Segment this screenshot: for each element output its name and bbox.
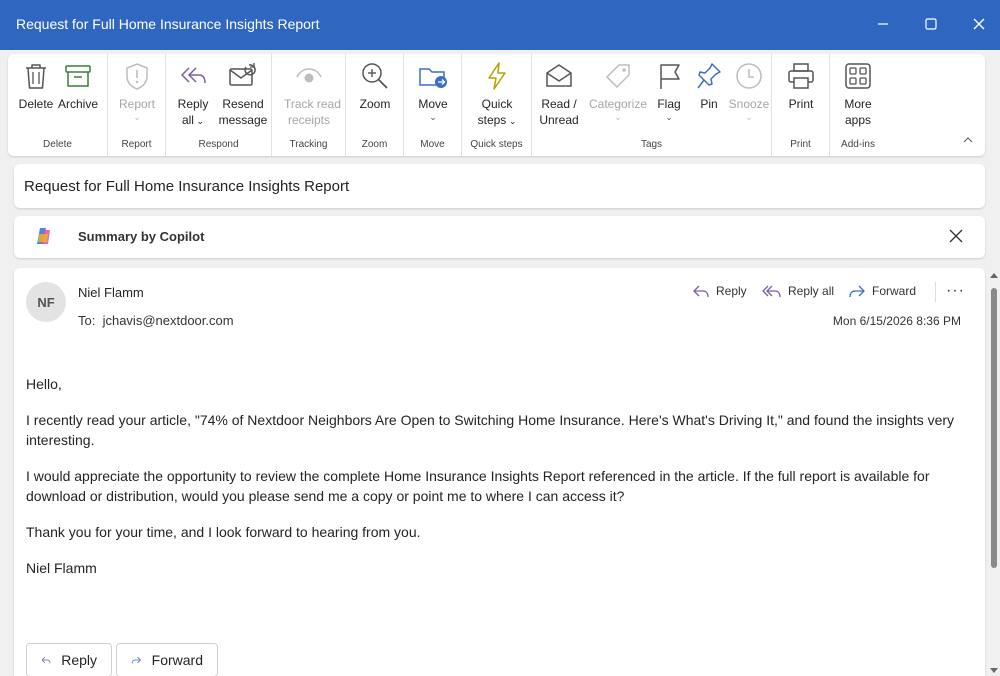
sender-name[interactable]: Niel Flamm [78, 285, 144, 300]
scroll-up-icon [990, 273, 998, 278]
reply-button[interactable]: Reply [692, 284, 747, 298]
categorize-button[interactable]: Categorize ⌄ [588, 60, 648, 122]
read-unread-button[interactable]: Read / Unread [536, 60, 582, 128]
minimize-button[interactable] [870, 11, 896, 37]
ribbon-toolbar: Delete Archive Delete Report ⌄ Report Re… [8, 54, 985, 156]
close-icon [949, 229, 963, 243]
forward-icon [131, 656, 142, 664]
maximize-icon [925, 18, 937, 30]
message-body: Hello, I recently read your article, "74… [26, 374, 966, 594]
copilot-summary-label: Summary by Copilot [78, 229, 205, 244]
chevron-down-icon: ⌄ [133, 112, 141, 122]
collapse-ribbon-button[interactable] [963, 130, 973, 148]
window-title: Request for Full Home Insurance Insights… [16, 16, 320, 32]
maximize-button[interactable] [918, 11, 944, 37]
chevron-down-icon: ⌄ [614, 112, 622, 122]
reply-all-icon [762, 285, 781, 298]
flag-icon [653, 60, 685, 92]
track-read-receipts-button[interactable]: Track read receipts [284, 60, 341, 128]
ribbon-group-tags: Read / Unread Categorize ⌄ Flag ⌄ Pin Sn… [532, 54, 772, 156]
snooze-button[interactable]: Snooze ⌄ [726, 60, 772, 122]
ribbon-group-print: Print Print [772, 54, 830, 156]
copilot-summary-bar[interactable]: Summary by Copilot [14, 216, 985, 258]
chevron-down-icon: ⌄ [745, 112, 753, 122]
reply-icon [41, 656, 51, 664]
tag-icon [602, 60, 634, 92]
scroll-thumb[interactable] [991, 288, 997, 568]
body-paragraph: I recently read your article, "74% of Ne… [26, 412, 955, 448]
ribbon-group-tracking: Track read receipts Tracking [272, 54, 346, 156]
body-paragraph: Thank you for your time, and I look forw… [26, 524, 421, 540]
delete-button[interactable]: Delete [13, 60, 59, 112]
eye-icon [293, 60, 325, 92]
ribbon-group-zoom: Zoom Zoom [346, 54, 404, 156]
title-bar: Request for Full Home Insurance Insights… [0, 0, 1000, 50]
divider [935, 282, 936, 302]
print-button[interactable]: Print [778, 60, 824, 112]
chevron-up-icon [963, 137, 973, 143]
ribbon-group-report: Report ⌄ Report [108, 54, 166, 156]
message-subject: Request for Full Home Insurance Insights… [24, 178, 350, 195]
body-paragraph: I would appreciate the opportunity to re… [26, 468, 930, 504]
reply-all-button[interactable]: Reply all [762, 284, 834, 298]
close-copilot-button[interactable] [949, 229, 963, 248]
message-pane: NF Niel Flamm To: jchavis@nextdoor.com R… [14, 268, 985, 676]
body-paragraph: Hello, [26, 376, 62, 392]
move-button[interactable]: Move ⌄ [410, 60, 456, 122]
quick-steps-button[interactable]: Quick steps ⌄ [474, 60, 520, 129]
message-scrollbar[interactable] [988, 268, 1000, 676]
subject-bar: Request for Full Home Insurance Insights… [14, 164, 985, 208]
message-date: Mon 6/15/2026 8:36 PM [832, 314, 961, 328]
ribbon-group-addins: More apps Add-ins [830, 54, 886, 156]
printer-icon [785, 60, 817, 92]
zoom-button[interactable]: Zoom [352, 60, 398, 112]
avatar: NF [26, 282, 66, 322]
reply-icon [693, 285, 709, 298]
close-icon [973, 18, 985, 30]
copilot-icon [34, 226, 54, 251]
signature: Niel Flamm [26, 560, 97, 576]
ribbon-group-move: Move ⌄ Move [404, 54, 462, 156]
more-apps-button[interactable]: More apps [835, 60, 881, 128]
recipient-address[interactable]: jchavis@nextdoor.com [103, 313, 234, 328]
envelope-open-icon [543, 60, 575, 92]
lightning-icon [481, 60, 513, 92]
ribbon-group-quick-steps: Quick steps ⌄ Quick steps [462, 54, 532, 156]
more-actions-button[interactable]: ··· [946, 282, 965, 300]
forward-button[interactable]: Forward [848, 284, 916, 298]
bottom-reply-button[interactable]: Reply [26, 643, 112, 676]
folder-move-icon [417, 60, 449, 92]
reply-all-icon [177, 60, 209, 92]
scroll-down-icon [990, 668, 998, 673]
forward-icon [849, 285, 865, 298]
resend-message-button[interactable]: Resend message [216, 60, 270, 128]
archive-icon [62, 60, 94, 92]
minimize-icon [878, 23, 888, 25]
pin-icon [693, 60, 725, 92]
zoom-in-icon [359, 60, 391, 92]
recipient-line: To: jchavis@nextdoor.com [78, 313, 234, 328]
ribbon-group-delete: Delete Archive Delete [8, 54, 108, 156]
shield-report-icon [121, 60, 153, 92]
bottom-forward-button[interactable]: Forward [116, 643, 218, 676]
close-window-button[interactable] [966, 11, 992, 37]
resend-mail-icon [227, 60, 259, 92]
clock-icon [733, 60, 765, 92]
ribbon-group-respond: Reply all ⌄ Resend message Respond [166, 54, 272, 156]
chevron-down-icon: ⌄ [429, 112, 437, 122]
trash-icon [20, 60, 52, 92]
report-button[interactable]: Report ⌄ [114, 60, 160, 122]
apps-grid-icon [842, 60, 874, 92]
reply-all-button[interactable]: Reply all ⌄ [170, 60, 216, 129]
chevron-down-icon: ⌄ [665, 112, 673, 122]
archive-button[interactable]: Archive [54, 60, 102, 112]
